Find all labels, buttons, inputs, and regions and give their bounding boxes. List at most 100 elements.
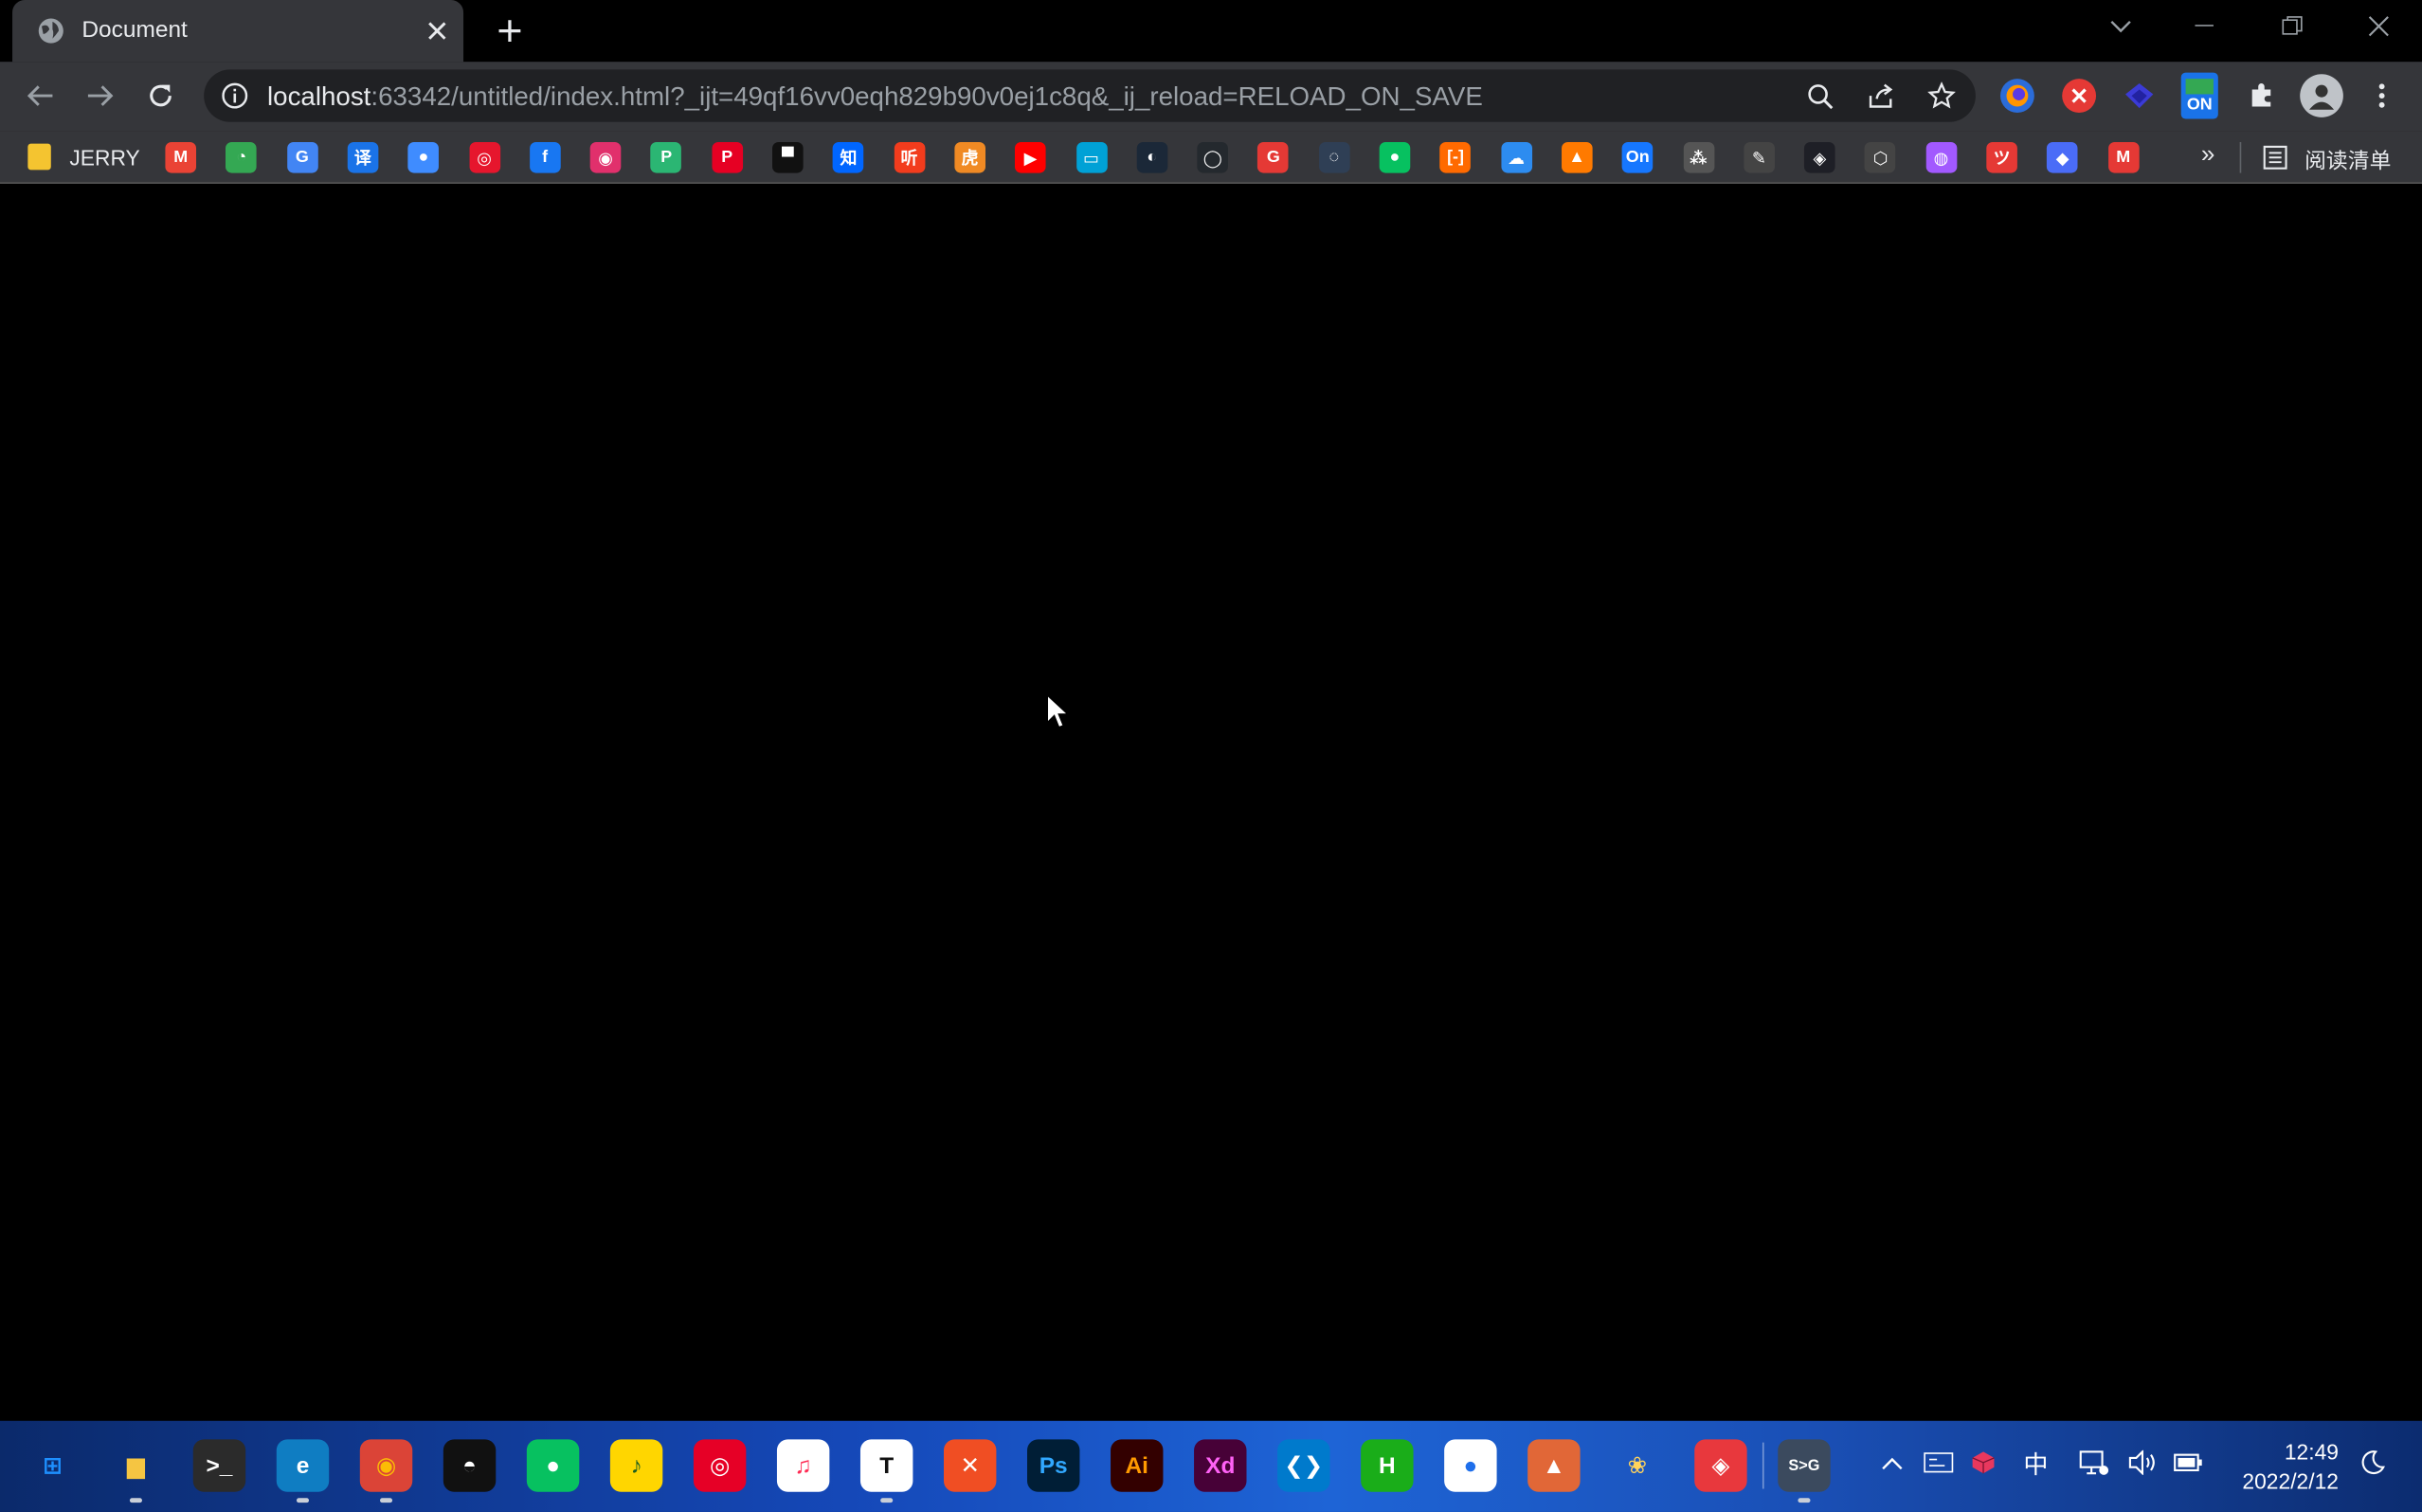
bookmark-unsplash-icon[interactable]: ▀ (772, 141, 804, 173)
page-content-area[interactable] (0, 185, 2422, 1421)
bookmark-instagram-icon[interactable]: ◉ (589, 141, 622, 173)
taskbar-illustrator-icon[interactable]: Ai (1111, 1439, 1164, 1492)
taskbar-terminal-icon[interactable]: >_ (192, 1439, 246, 1492)
network-icon[interactable] (2077, 1446, 2111, 1480)
reading-list-icon[interactable] (2263, 145, 2287, 170)
bookmark-tiger-icon[interactable]: 虎 (954, 141, 985, 173)
site-info-icon[interactable] (221, 81, 248, 109)
profile-avatar[interactable] (2300, 74, 2343, 117)
bookmark-steam-icon[interactable]: ◐ (1136, 141, 1168, 173)
taskbar-photoshop-icon[interactable]: Ps (1027, 1439, 1080, 1492)
bookmark-zhihu-icon[interactable]: 知 (833, 141, 864, 173)
url-path: :63342/untitled/index.html?_ijt=49qf16vv… (371, 81, 1483, 112)
taskbar-itunes-icon[interactable]: ♫ (776, 1439, 830, 1492)
bookmark-wechat-icon[interactable]: ● (1379, 141, 1411, 173)
taskbar-red-app-icon[interactable]: ◈ (1694, 1439, 1747, 1492)
ext-firefox-like-icon[interactable] (1999, 79, 2034, 114)
taskbar-vscode-icon[interactable]: ❮❯ (1277, 1439, 1330, 1492)
taskbar-start-button-icon[interactable]: ⊞ (27, 1439, 79, 1491)
bookmark-codepen-icon[interactable]: ◈ (1804, 141, 1835, 173)
moon-notification-icon[interactable] (2356, 1446, 2390, 1480)
bookmark-bilibili-icon[interactable]: ▭ (1075, 141, 1107, 173)
bookmark-blue-circle-icon[interactable]: ◌ (1318, 141, 1350, 173)
taskbar-typora-icon[interactable]: T (859, 1439, 913, 1492)
bookmark-pinterest-icon[interactable]: P (711, 141, 743, 173)
bookmark-blue-badge-icon[interactable]: ◆ (2047, 141, 2078, 173)
taskbar-file-explorer-icon[interactable]: ▆ (110, 1439, 162, 1491)
bookmark-github-icon[interactable]: ◯ (1197, 141, 1229, 173)
taskbar-paw-app-icon[interactable]: ❀ (1611, 1439, 1663, 1491)
forward-arrow-icon[interactable] (81, 78, 118, 115)
bookmark-ting-icon[interactable]: 听 (894, 141, 925, 173)
bookmark-mail-logo-icon[interactable]: M (2107, 141, 2140, 173)
folder-icon[interactable] (27, 143, 51, 171)
bookmark-google-drive-icon[interactable]: ◔ (226, 141, 258, 173)
bookmark-red-logo-icon[interactable]: ツ (1986, 141, 2017, 173)
tray-app-icon[interactable] (1922, 1446, 1956, 1480)
taskbar-screen-app-icon[interactable]: S>G (1778, 1439, 1831, 1492)
mouse-pointer-icon (1046, 693, 1071, 729)
taskbar-adobe-xd-icon[interactable]: Xd (1194, 1439, 1247, 1492)
taskbar-xmind-icon[interactable]: ✕ (943, 1439, 997, 1492)
back-arrow-icon[interactable] (22, 78, 59, 115)
taskbar-chat-bubble-icon[interactable]: ● (1444, 1439, 1497, 1492)
minimize-icon[interactable] (2182, 7, 2229, 46)
close-tab-icon[interactable] (422, 15, 453, 46)
url-text[interactable]: localhost:63342/untitled/index.html?_ijt… (267, 81, 1483, 113)
bookmarks-overflow-icon[interactable]: » (2201, 142, 2215, 170)
bookmark-youtube-icon[interactable]: ▶ (1015, 141, 1046, 173)
bookmark-google-translate-icon[interactable]: G (286, 141, 318, 173)
taskbar-qq-icon[interactable]: ◓ (443, 1439, 497, 1492)
chevron-up-icon[interactable] (1875, 1446, 1909, 1480)
bookmark-orange-app-icon[interactable]: ▲ (1561, 141, 1593, 173)
ext-diamond-icon[interactable] (2123, 79, 2157, 113)
clock-date: 2022/2/12 (2242, 1468, 2339, 1494)
bookmark-star-icon[interactable] (1926, 81, 1958, 112)
address-bar[interactable]: localhost:63342/untitled/index.html?_ijt… (204, 69, 1976, 122)
bookmark-p-app-icon[interactable]: P (650, 141, 682, 173)
tab-search-chevron-icon[interactable] (2098, 7, 2144, 46)
reload-icon[interactable] (142, 78, 179, 115)
taskbar-music-yellow-icon[interactable]: ♪ (609, 1439, 663, 1492)
puzzle-extensions-icon[interactable] (2245, 79, 2279, 113)
bookmark-translate-yi-icon[interactable]: 译 (347, 141, 379, 173)
volume-icon[interactable] (2125, 1446, 2160, 1480)
bookmark-folder-label[interactable]: JERRY (69, 145, 139, 170)
bookmark-aliyun-icon[interactable]: [-] (1439, 141, 1472, 173)
bookmark-pen-app-icon[interactable]: ✎ (1744, 141, 1775, 173)
bookmark-gmail-icon[interactable]: M (165, 141, 197, 173)
bookmark-dots-app-icon[interactable]: ⁂ (1682, 141, 1714, 173)
bookmark-weibo-icon[interactable]: ◎ (468, 141, 500, 173)
bookmark-facebook-icon[interactable]: f (529, 141, 561, 173)
ext-on-badge-icon[interactable]: ON (2180, 72, 2218, 119)
browser-tab-active[interactable]: Document (12, 0, 464, 63)
taskbar-edge-icon[interactable]: e (276, 1439, 330, 1492)
tab-title: Document (81, 16, 188, 44)
new-tab-icon[interactable] (491, 12, 528, 49)
running-indicator (129, 1498, 142, 1503)
bookmark-globe-icon[interactable]: ● (407, 141, 440, 173)
bookmark-cloud-icon[interactable]: ☁ (1500, 141, 1532, 173)
bookmark-g-red-icon[interactable]: G (1257, 141, 1290, 173)
taskbar-hbuilder-icon[interactable]: H (1361, 1439, 1414, 1492)
zoom-search-icon[interactable] (1804, 81, 1835, 112)
system-clock[interactable]: 12:49 2022/2/12 (2224, 1438, 2339, 1497)
restore-icon[interactable] (2269, 7, 2316, 46)
taskbar-chrome-icon[interactable]: ◉ (359, 1439, 413, 1492)
taskbar-wechat-icon[interactable]: ● (526, 1439, 580, 1492)
bookmark-figma-icon[interactable]: ◍ (1925, 141, 1957, 173)
badge-top (2185, 78, 2214, 94)
reading-list-label[interactable]: 阅读清单 (2305, 145, 2391, 176)
ext-red-icon[interactable] (2062, 79, 2097, 114)
taskbar-matlab-icon[interactable]: ▲ (1527, 1439, 1581, 1492)
globe-icon (38, 18, 63, 44)
tray-cube-icon[interactable] (1966, 1446, 2000, 1480)
bookmark-cube-icon[interactable]: ⬡ (1865, 141, 1896, 173)
ime-indicator[interactable]: 中 (2019, 1446, 2053, 1480)
taskbar-netease-music-icon[interactable]: ◎ (693, 1439, 747, 1492)
close-window-icon[interactable] (2356, 7, 2402, 46)
kebab-menu-icon[interactable] (2363, 78, 2400, 115)
battery-icon[interactable] (2172, 1446, 2206, 1480)
share-icon[interactable] (1866, 81, 1897, 112)
bookmark-on-app-icon[interactable]: On (1621, 141, 1654, 173)
